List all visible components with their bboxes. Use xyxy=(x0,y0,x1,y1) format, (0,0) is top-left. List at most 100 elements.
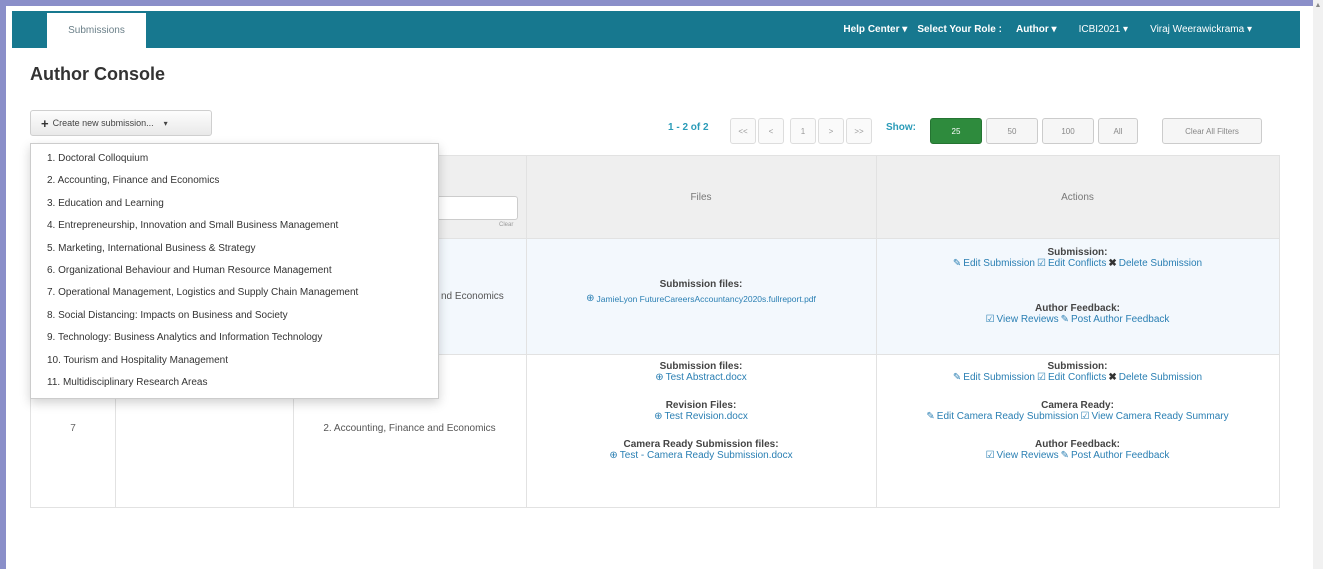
page-title: Author Console xyxy=(30,64,165,84)
user-menu[interactable]: Viraj Weerawickrama ▾ xyxy=(1150,24,1252,35)
dropdown-item[interactable]: 4. Entrepreneurship, Innovation and Smal… xyxy=(31,219,438,241)
current-page-label: 1 xyxy=(800,126,806,136)
checkbox-icon: ☑ xyxy=(985,314,995,325)
help-center-menu[interactable]: Help Center ▾ xyxy=(843,24,907,35)
edit-icon: ✎ xyxy=(1060,314,1069,325)
files-cell: Submission files: ⊕ Test Abstract.docx Re… xyxy=(526,361,876,461)
post-author-feedback-link[interactable]: Post Author Feedback xyxy=(1071,450,1169,461)
dropdown-item[interactable]: 7. Operational Management, Logistics and… xyxy=(31,286,438,308)
show-50-button[interactable]: 50 xyxy=(986,118,1038,144)
dropdown-item[interactable]: 3. Education and Learning xyxy=(31,197,438,219)
camera-ready-label: Camera Ready: xyxy=(1041,400,1114,411)
create-new-submission-button[interactable]: + Create new submission... ▾ xyxy=(30,110,212,136)
files-cell: Submission files: ⊕ JamieLyon FutureCare… xyxy=(526,279,876,304)
create-button-label: Create new submission... xyxy=(52,118,154,128)
revision-file-name: Test Revision.docx xyxy=(664,411,748,422)
clear-all-filters-button[interactable]: Clear All Filters xyxy=(1162,118,1262,144)
dropdown-item[interactable]: 9. Technology: Business Analytics and In… xyxy=(31,331,438,353)
plus-icon: + xyxy=(41,115,49,131)
header-actions-label: Actions xyxy=(1061,191,1094,203)
edit-icon: ✎ xyxy=(952,258,962,269)
tab-submissions[interactable]: Submissions xyxy=(47,13,146,48)
dropdown-item[interactable]: 6. Organizational Behaviour and Human Re… xyxy=(31,264,438,286)
delete-submission-link[interactable]: Delete Submission xyxy=(1119,372,1202,383)
view-reviews-link[interactable]: View Reviews xyxy=(997,450,1059,461)
top-navbar: Submissions Help Center ▾ Select Your Ro… xyxy=(12,11,1300,48)
navbar-right: Help Center ▾ Select Your Role : Author … xyxy=(843,11,1252,48)
edit-conflicts-link[interactable]: Edit Conflicts xyxy=(1048,258,1106,269)
user-name-label: Viraj Weerawickrama xyxy=(1150,24,1245,35)
next-label: > xyxy=(828,126,834,136)
conference-menu[interactable]: ICBI2021 ▾ xyxy=(1079,24,1129,35)
show-all-label: All xyxy=(1113,126,1123,136)
show-100-label: 100 xyxy=(1061,126,1075,136)
last-page-button[interactable]: >> xyxy=(846,118,872,144)
submission-actions: ✎ Edit Submission ☑ Edit Conflicts ✖ Delete… xyxy=(876,258,1279,269)
next-page-button[interactable]: > xyxy=(818,118,844,144)
page-1-button[interactable]: 1 xyxy=(790,118,816,144)
file-link[interactable]: ⊕ JamieLyon FutureCareersAccountancy2020… xyxy=(526,293,876,304)
role-label: Author xyxy=(1015,24,1049,35)
submission-actions: ✎ Edit Submission ☑ Edit Conflicts ✖ Delete… xyxy=(876,372,1279,383)
vertical-scrollbar[interactable]: ▲ xyxy=(1313,0,1323,569)
file-link[interactable]: ⊕ Test Abstract.docx xyxy=(526,372,876,383)
header-files: Files xyxy=(526,156,876,238)
show-25-button[interactable]: 25 xyxy=(930,118,982,144)
download-icon: ⊕ xyxy=(609,450,618,461)
camera-ready-file-link[interactable]: ⊕ Test - Camera Ready Submission.docx xyxy=(526,450,876,461)
header-files-label: Files xyxy=(690,191,712,203)
show-label: Show: xyxy=(886,122,916,133)
submission-label: Submission: xyxy=(1047,361,1108,372)
dropdown-item[interactable]: 2. Accounting, Finance and Economics xyxy=(31,174,438,196)
show-100-button[interactable]: 100 xyxy=(1042,118,1094,144)
edit-icon: ✎ xyxy=(952,372,962,383)
column-divider xyxy=(526,156,527,507)
conference-label: ICBI2021 xyxy=(1078,24,1121,35)
delete-submission-link[interactable]: Delete Submission xyxy=(1119,258,1202,269)
submission-category: 2. Accounting, Finance and Economics xyxy=(323,423,496,434)
actions-cell: Submission: ✎ Edit Submission ☑ Edit Confl… xyxy=(876,247,1279,325)
first-page-button[interactable]: << xyxy=(730,118,756,144)
dropdown-item[interactable]: 11. Multidisciplinary Research Areas xyxy=(31,376,438,398)
submission-files-label: Submission files: xyxy=(659,279,743,290)
author-feedback-label: Author Feedback: xyxy=(1034,303,1120,314)
post-author-feedback-link[interactable]: Post Author Feedback xyxy=(1071,314,1169,325)
show-25-label: 25 xyxy=(951,126,961,136)
last-label: >> xyxy=(854,126,864,136)
download-icon: ⊕ xyxy=(655,372,664,383)
scroll-up-arrow-icon[interactable]: ▲ xyxy=(1314,2,1322,10)
submission-files-label: Submission files: xyxy=(659,361,743,372)
edit-submission-link[interactable]: Edit Submission xyxy=(963,258,1035,269)
view-reviews-link[interactable]: View Reviews xyxy=(997,314,1059,325)
edit-submission-link[interactable]: Edit Submission xyxy=(963,372,1035,383)
camera-ready-file-name: Test - Camera Ready Submission.docx xyxy=(619,450,793,461)
dropdown-item[interactable]: 8. Social Distancing: Impacts on Busines… xyxy=(31,309,438,331)
show-50-label: 50 xyxy=(1007,126,1017,136)
download-icon: ⊕ xyxy=(586,293,595,304)
filter-clear-link[interactable]: Clear xyxy=(499,222,513,228)
checkbox-edit-icon: ☑ xyxy=(1037,372,1046,383)
revision-file-link[interactable]: ⊕ Test Revision.docx xyxy=(526,411,876,422)
dropdown-item[interactable]: 5. Marketing, International Business & S… xyxy=(31,242,438,264)
category-dropdown-menu: 1. Doctoral Colloquium 2. Accounting, Fi… xyxy=(30,143,439,399)
caret-down-icon: ▾ xyxy=(1123,24,1129,35)
file-name: Test Abstract.docx xyxy=(665,372,747,383)
submission-label: Submission: xyxy=(1047,247,1108,258)
prev-label: < xyxy=(768,126,774,136)
prev-page-button[interactable]: < xyxy=(758,118,784,144)
dropdown-item[interactable]: 1. Doctoral Colloquium xyxy=(31,152,438,174)
edit-camera-ready-link[interactable]: Edit Camera Ready Submission xyxy=(937,411,1079,422)
actions-cell: Submission: ✎ Edit Submission ☑ Edit Confl… xyxy=(876,361,1279,461)
view-camera-ready-link[interactable]: View Camera Ready Summary xyxy=(1092,411,1229,422)
category-filter-input[interactable] xyxy=(431,196,518,220)
show-all-button[interactable]: All xyxy=(1098,118,1138,144)
submission-id: 7 xyxy=(70,423,76,434)
checkbox-edit-icon: ☑ xyxy=(1037,258,1046,269)
edit-conflicts-link[interactable]: Edit Conflicts xyxy=(1048,372,1106,383)
column-divider xyxy=(876,156,877,507)
caret-down-icon: ▾ xyxy=(1051,24,1057,35)
checkbox-icon: ☑ xyxy=(985,450,995,461)
role-menu[interactable]: Author ▾ xyxy=(1016,24,1057,35)
dropdown-item[interactable]: 10. Tourism and Hospitality Management xyxy=(31,354,438,376)
camera-ready-files-label: Camera Ready Submission files: xyxy=(623,439,779,450)
